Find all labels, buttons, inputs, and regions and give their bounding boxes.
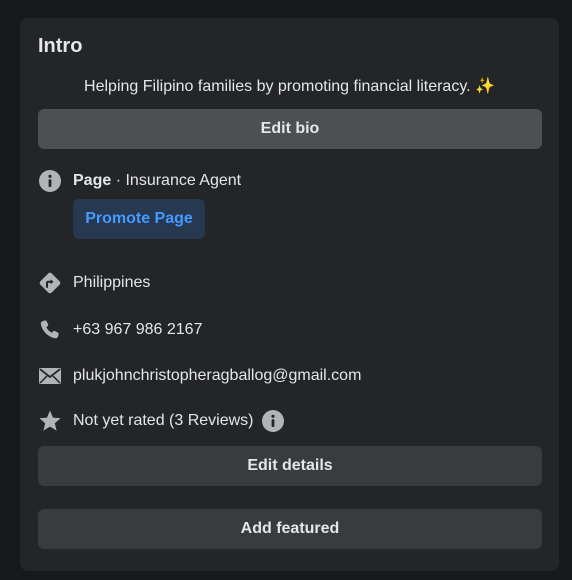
- bio-text: Helping Filipino families by promoting f…: [84, 78, 495, 95]
- info-icon: [38, 169, 62, 193]
- category-value: Insurance Agent: [125, 172, 242, 189]
- intro-title: Intro: [38, 35, 83, 57]
- phone-row: +63 967 986 2167: [38, 318, 202, 342]
- promote-page-button[interactable]: Promote Page: [73, 199, 205, 239]
- rating-text: Not yet rated (3 Reviews): [73, 412, 254, 429]
- location-text: Philippines: [73, 274, 151, 291]
- add-featured-button[interactable]: Add featured: [38, 509, 542, 549]
- phone-icon: [38, 318, 62, 342]
- envelope-icon: [38, 364, 62, 388]
- location-row: Philippines: [38, 271, 150, 295]
- star-icon: [38, 409, 62, 433]
- rating-row: Not yet rated (3 Reviews): [38, 409, 284, 433]
- edit-bio-button[interactable]: Edit bio: [38, 109, 542, 149]
- rating-info-icon[interactable]: [261, 410, 284, 432]
- category-row: Page · Insurance Agent: [38, 169, 241, 193]
- category-prefix: Page: [73, 172, 112, 189]
- intro-card: Intro Helping Filipino families by promo…: [20, 18, 559, 571]
- edit-details-button[interactable]: Edit details: [38, 446, 542, 486]
- email-text: plukjohnchristopheragballog@gmail.com: [73, 367, 362, 384]
- directions-icon: [38, 271, 62, 295]
- email-row: plukjohnchristopheragballog@gmail.com: [38, 364, 361, 388]
- category-separator: ·: [111, 172, 126, 189]
- phone-text: +63 967 986 2167: [73, 321, 203, 338]
